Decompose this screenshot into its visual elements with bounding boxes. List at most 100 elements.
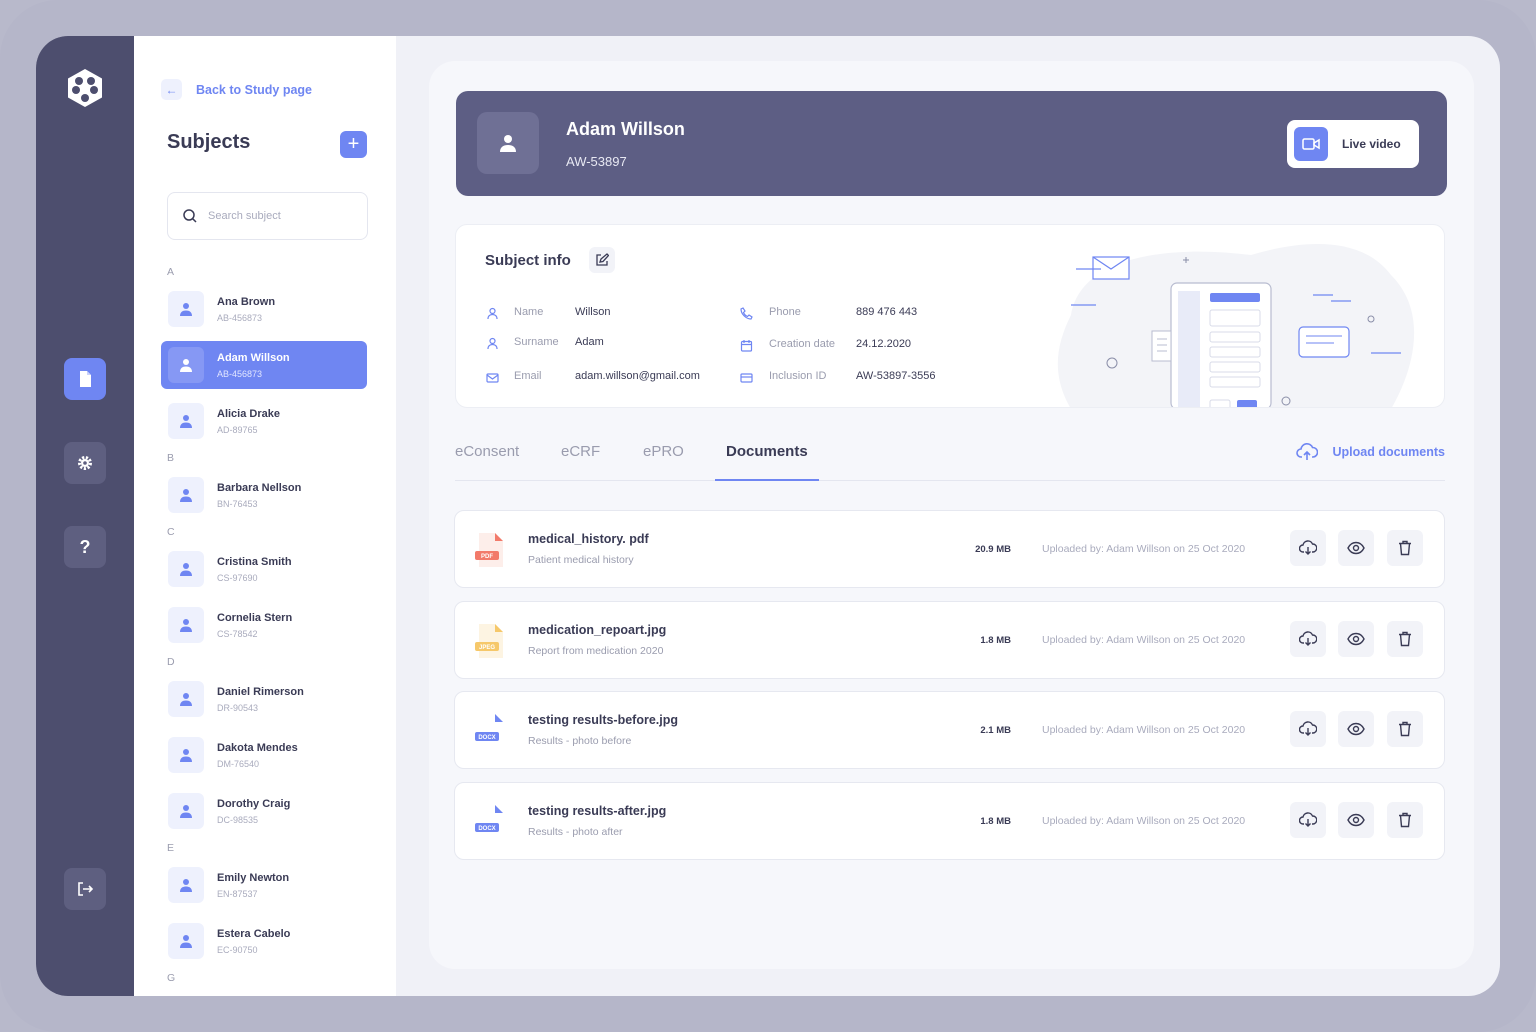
active-tab-indicator xyxy=(715,479,819,481)
subject-list-item[interactable]: Dorothy Craig DC-98535 xyxy=(161,787,367,835)
file-description: Patient medical history xyxy=(528,554,634,566)
tab-documents[interactable]: Documents xyxy=(726,443,808,460)
subject-name: Daniel Rimerson xyxy=(217,685,304,698)
subject-list-item[interactable]: Dakota Mendes DM-76540 xyxy=(161,731,367,779)
trash-icon xyxy=(1399,631,1411,646)
avatar xyxy=(168,923,204,959)
card-icon xyxy=(740,373,753,383)
nav-documents-button[interactable] xyxy=(64,358,106,400)
back-label: Back to Study page xyxy=(196,82,312,97)
delete-button[interactable] xyxy=(1387,711,1423,747)
nav-settings-button[interactable] xyxy=(64,442,106,484)
file-size: 20.9 MB xyxy=(975,544,1011,555)
view-button[interactable] xyxy=(1338,801,1374,838)
user-icon xyxy=(500,135,516,152)
video-camera-icon xyxy=(1294,127,1328,161)
file-type-label: DOCX xyxy=(478,826,495,832)
view-button[interactable] xyxy=(1338,620,1374,657)
eye-icon xyxy=(1347,722,1365,736)
uploaded-prefix: Uploaded by: xyxy=(1042,543,1107,555)
uploaded-date: 25 Oct 2020 xyxy=(1187,633,1246,646)
download-button[interactable] xyxy=(1290,530,1326,566)
subject-list-item[interactable]: Cornelia Stern CS-78542 xyxy=(161,601,367,649)
uploaded-mid: on xyxy=(1170,724,1188,736)
subject-list-item[interactable]: Cristina Smith CS-97690 xyxy=(161,545,367,593)
field-label: Inclusion ID xyxy=(769,370,827,382)
avatar xyxy=(168,291,204,327)
info-field: Inclusion ID AW-53897-3556 xyxy=(740,370,936,384)
tabs-bar: eConsent eCRF ePRO Documents Upload docu… xyxy=(455,436,1445,481)
delete-button[interactable] xyxy=(1387,801,1423,838)
user-icon xyxy=(180,749,192,762)
subjects-title: Subjects xyxy=(167,131,251,153)
calendar-icon xyxy=(740,340,753,352)
uploaded-prefix: Uploaded by: xyxy=(1042,633,1107,646)
subject-code: DM-76540 xyxy=(217,758,260,769)
subject-list-item[interactable]: Daniel Rimerson DR-90543 xyxy=(161,675,367,723)
upload-documents-button[interactable]: Upload documents xyxy=(1296,441,1445,463)
nav-help-button[interactable]: ? xyxy=(64,526,106,568)
live-video-button[interactable]: Live video xyxy=(1287,120,1419,168)
subject-list-item[interactable]: Adam Willson AB-456873 xyxy=(161,341,367,389)
user-icon xyxy=(180,619,192,632)
uploaded-date: 25 Oct 2020 xyxy=(1187,814,1246,827)
file-description: Results - photo after xyxy=(528,825,623,838)
tab-ecrf[interactable]: eCRF xyxy=(561,443,600,460)
pdf-file-icon: PDF xyxy=(475,533,503,567)
tab-epro[interactable]: ePRO xyxy=(643,443,684,460)
add-subject-button[interactable]: + xyxy=(340,131,367,158)
subject-code: AB-456873 xyxy=(217,368,263,379)
uploaded-prefix: Uploaded by: xyxy=(1042,724,1107,736)
edit-info-button[interactable] xyxy=(589,247,615,273)
subject-code: AB-456873 xyxy=(217,312,263,323)
trash-icon xyxy=(1399,721,1411,737)
field-label: Email xyxy=(514,370,542,382)
tab-econsent[interactable]: eConsent xyxy=(455,443,519,460)
back-to-study-link[interactable]: ← Back to Study page xyxy=(161,79,312,100)
subject-name: Barbara Nellson xyxy=(217,481,302,494)
view-button[interactable] xyxy=(1338,711,1374,747)
subject-code: EN-87537 xyxy=(217,888,258,899)
subject-code: AD-89765 xyxy=(217,424,258,435)
download-button[interactable] xyxy=(1290,801,1326,838)
phone-icon xyxy=(740,307,753,320)
document-row[interactable]: PDF medical_history. pdf Patient medical h… xyxy=(454,510,1445,588)
subject-list-item[interactable]: Ana Brown AB-456873 xyxy=(161,285,367,333)
user-icon xyxy=(180,693,192,706)
avatar xyxy=(168,737,204,773)
document-row[interactable]: DOCX testing results-before.jpg Results - … xyxy=(454,691,1445,769)
subject-list-item[interactable]: Estera Cabelo EC-90750 xyxy=(161,917,367,965)
download-icon xyxy=(1299,811,1317,827)
subject-list-item[interactable]: Alicia Drake AD-89765 xyxy=(161,397,367,445)
subject-list-item[interactable]: Emily Newton EN-87537 xyxy=(161,861,367,909)
download-button[interactable] xyxy=(1290,620,1326,657)
avatar xyxy=(168,477,204,513)
illustration xyxy=(1057,244,1414,407)
eye-icon xyxy=(1347,541,1365,555)
subject-name: Cornelia Stern xyxy=(217,611,293,624)
logout-button[interactable] xyxy=(64,868,106,910)
document-row[interactable]: DOCX testing results-after.jpg Results - p… xyxy=(454,781,1445,860)
search-input[interactable] xyxy=(208,210,358,222)
mail-icon xyxy=(486,373,499,383)
group-letter: D xyxy=(167,656,175,668)
document-row[interactable]: JPEG medication_repoart.jpg Report from me… xyxy=(454,600,1445,679)
view-button[interactable] xyxy=(1338,530,1374,566)
edit-icon xyxy=(596,253,609,266)
file-type-label: JPEG xyxy=(479,645,495,651)
uploaded-mid: on xyxy=(1170,633,1188,646)
field-value: Willson xyxy=(575,306,611,318)
subject-list-item[interactable]: Barbara Nellson BN-76453 xyxy=(161,471,367,519)
delete-button[interactable] xyxy=(1387,530,1423,566)
uploaded-info: Uploaded by: Adam Willson on 25 Oct 2020 xyxy=(1042,543,1245,555)
subject-code: DR-90543 xyxy=(217,702,259,713)
file-name: testing results-after.jpg xyxy=(528,803,667,818)
delete-button[interactable] xyxy=(1387,620,1423,657)
uploaded-mid: on xyxy=(1170,814,1188,827)
file-name: medication_repoart.jpg xyxy=(528,622,667,637)
user-icon xyxy=(180,303,192,316)
uploaded-info: Uploaded by: Adam Willson on 25 Oct 2020 xyxy=(1042,815,1245,827)
download-button[interactable] xyxy=(1290,711,1326,747)
field-value: 24.12.2020 xyxy=(856,338,912,350)
docx-file-icon: DOCX xyxy=(475,714,503,748)
